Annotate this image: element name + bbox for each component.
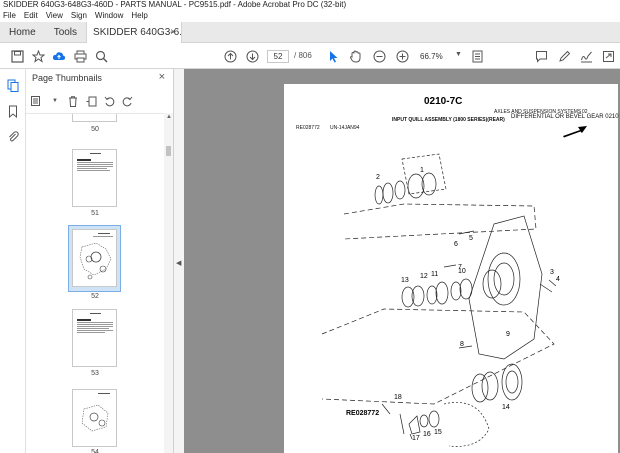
page-thumbnail-54[interactable] [72,389,117,447]
print-icon[interactable] [72,48,88,64]
page-label-52: 52 [91,293,99,300]
tab-document[interactable]: SKIDDER 640G3-6... × [86,22,183,43]
callout-15: 15 [434,429,442,436]
panel-title: Page Thumbnails [32,73,102,83]
hand-tool-icon[interactable] [347,48,363,64]
callout-5: 5 [469,235,473,242]
next-page-icon[interactable] [244,48,260,64]
callout-2: 2 [376,174,380,181]
ref-date: UN-14JAN94 [330,125,360,131]
menu-edit[interactable]: Edit [24,10,38,22]
page-thumbnail-52[interactable] [72,229,117,287]
assembly-title: INPUT QUILL ASSEMBLY (1800 SERIES)(REAR) [392,117,505,123]
pdf-page: 0210-7C AXLES AND SUSPENSION SYSTEMS 02 … [284,84,619,453]
page-thumbnail-53[interactable] [72,309,117,367]
page-thumbnail-50[interactable] [72,114,117,122]
page-label-51: 51 [91,210,99,217]
ref-left: RE028772 [296,125,320,131]
find-icon[interactable] [93,48,109,64]
chevron-down-icon[interactable]: ▼ [48,94,62,108]
document-canvas[interactable]: 0210-7C AXLES AND SUSPENSION SYSTEMS 02 … [184,69,620,453]
scroll-up-icon[interactable]: ▲ [166,114,172,120]
window-title: SKIDDER 640G3-648G3-460D - PARTS MANUAL … [0,0,620,10]
share-icon[interactable] [600,48,616,64]
callout-17: 17 [412,435,420,442]
attachments-icon[interactable] [6,129,20,143]
rotate-counterclockwise-icon[interactable] [102,94,116,108]
toolbar: 52 / 806 66.7% ▼ [0,43,620,69]
left-navigation-rail [0,69,26,453]
zoom-level[interactable]: 66.7% [420,50,454,63]
zoom-in-icon[interactable] [394,48,410,64]
header-group: DIFFERENTIAL OR BEVEL GEAR 0210 [511,114,619,120]
callout-1: 1 [420,167,424,174]
select-cursor-icon[interactable] [326,48,342,64]
close-tab-icon[interactable]: × [170,22,176,43]
page-total: / 806 [294,51,312,60]
chevron-down-icon[interactable]: ▼ [455,51,462,58]
section-code: 0210-7C [424,96,463,107]
highlight-pen-icon[interactable] [556,48,572,64]
tab-home[interactable]: Home [0,22,45,43]
menu-view[interactable]: View [46,10,63,22]
rotate-clockwise-icon[interactable] [120,94,134,108]
menu-sign[interactable]: Sign [71,10,87,22]
page-label-54: 54 [91,449,99,453]
callout-8: 8 [460,341,464,348]
page-label-50: 50 [91,126,99,133]
callout-14: 14 [502,404,510,411]
callout-11: 11 [431,271,438,278]
previous-page-icon[interactable] [222,48,238,64]
thumbnails-panel: Page Thumbnails × ▼ 50 51 52 53 54 ▲ [26,69,174,453]
upload-cloud-icon[interactable] [51,48,67,64]
callout-18: 18 [394,394,402,401]
comment-icon[interactable] [533,48,549,64]
menu-window[interactable]: Window [95,10,123,22]
sign-icon[interactable] [578,48,594,64]
tab-document-label: SKIDDER 640G3-6... [93,27,183,38]
page-thumbnails-icon[interactable] [6,78,20,92]
callout-9: 9 [506,331,510,338]
scrollbar-thumb[interactable] [166,146,171,156]
page-fit-icon[interactable] [469,48,485,64]
menu-bar: File Edit View Sign Window Help [0,10,620,22]
exploded-parts-diagram: 1 2 3 4 5 6 7 8 9 10 11 12 13 14 15 16 1… [321,153,560,447]
menu-help[interactable]: Help [131,10,147,22]
callout-13: 13 [401,277,409,284]
collapse-panel-icon[interactable]: ◀ [176,259,181,267]
close-panel-icon[interactable]: × [159,71,165,83]
page-label-53: 53 [91,370,99,377]
thumbnail-options-icon[interactable] [30,94,44,108]
menu-file[interactable]: File [3,10,16,22]
bookmark-star-icon[interactable] [30,48,46,64]
panel-collapse-strip[interactable]: ◀ [174,69,184,453]
callout-12: 12 [420,273,428,280]
insert-page-icon[interactable] [84,94,98,108]
callout-6: 6 [454,241,458,248]
panel-tools: ▼ [30,94,134,108]
page-thumbnail-51[interactable] [72,149,117,207]
callout-16: 16 [423,431,431,438]
zoom-out-icon[interactable] [371,48,387,64]
figure-reference: RE028772 [346,410,379,417]
page-number-input[interactable]: 52 [267,50,289,63]
bookmarks-icon[interactable] [6,104,20,118]
tab-tools[interactable]: Tools [45,22,86,43]
callout-4: 4 [556,276,560,283]
callout-10: 10 [458,268,466,275]
tab-bar: Home Tools SKIDDER 640G3-6... × [0,22,620,43]
callout-3: 3 [550,269,554,276]
save-icon[interactable] [9,48,25,64]
thumbnail-scrollbar[interactable]: ▲ [164,113,173,453]
thumbnail-list: 50 51 52 53 54 [26,113,164,453]
delete-page-icon[interactable] [66,94,80,108]
